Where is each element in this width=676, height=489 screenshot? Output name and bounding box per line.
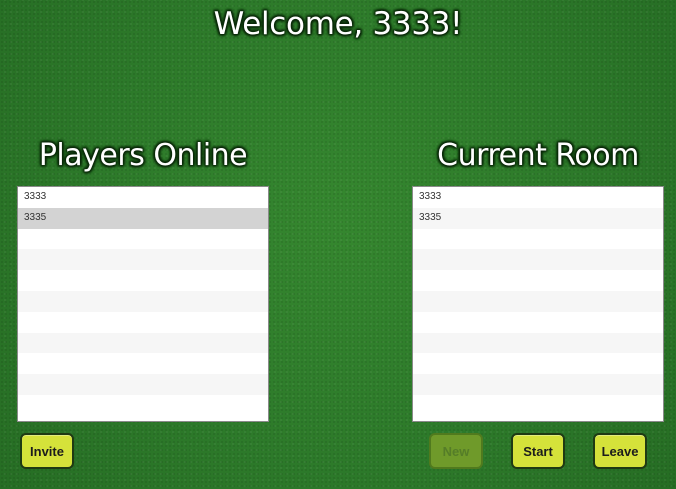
list-item[interactable] <box>413 353 663 375</box>
list-item[interactable] <box>413 332 663 354</box>
list-item[interactable] <box>413 311 663 333</box>
list-item[interactable] <box>413 270 663 291</box>
list-item[interactable]: 3333 <box>413 187 663 208</box>
list-item[interactable] <box>413 290 663 312</box>
start-button[interactable]: Start <box>511 433 565 469</box>
list-item[interactable] <box>413 249 663 271</box>
list-item[interactable] <box>413 374 663 395</box>
list-item[interactable]: 3333 <box>18 187 268 208</box>
current-room-title: Current Room <box>437 138 639 173</box>
list-item[interactable] <box>18 228 268 250</box>
list-item[interactable] <box>18 290 268 312</box>
list-item[interactable] <box>18 374 268 395</box>
current-room-list[interactable]: 3333 3335 <box>412 186 664 422</box>
list-item[interactable] <box>18 353 268 375</box>
list-item[interactable] <box>18 394 268 416</box>
list-item[interactable] <box>18 270 268 291</box>
list-item-selected[interactable]: 3335 <box>18 207 268 229</box>
list-item[interactable] <box>18 332 268 354</box>
players-online-title: Players Online <box>38 138 248 173</box>
invite-button[interactable]: Invite <box>20 433 74 469</box>
welcome-title: Welcome, 3333! <box>213 6 463 42</box>
list-item[interactable] <box>18 249 268 271</box>
list-item[interactable] <box>413 394 663 416</box>
leave-button[interactable]: Leave <box>593 433 647 469</box>
list-item[interactable] <box>18 311 268 333</box>
list-item[interactable]: 3335 <box>413 207 663 229</box>
list-item[interactable] <box>413 228 663 250</box>
new-button: New <box>429 433 483 469</box>
players-online-list[interactable]: 3333 3335 <box>17 186 269 422</box>
